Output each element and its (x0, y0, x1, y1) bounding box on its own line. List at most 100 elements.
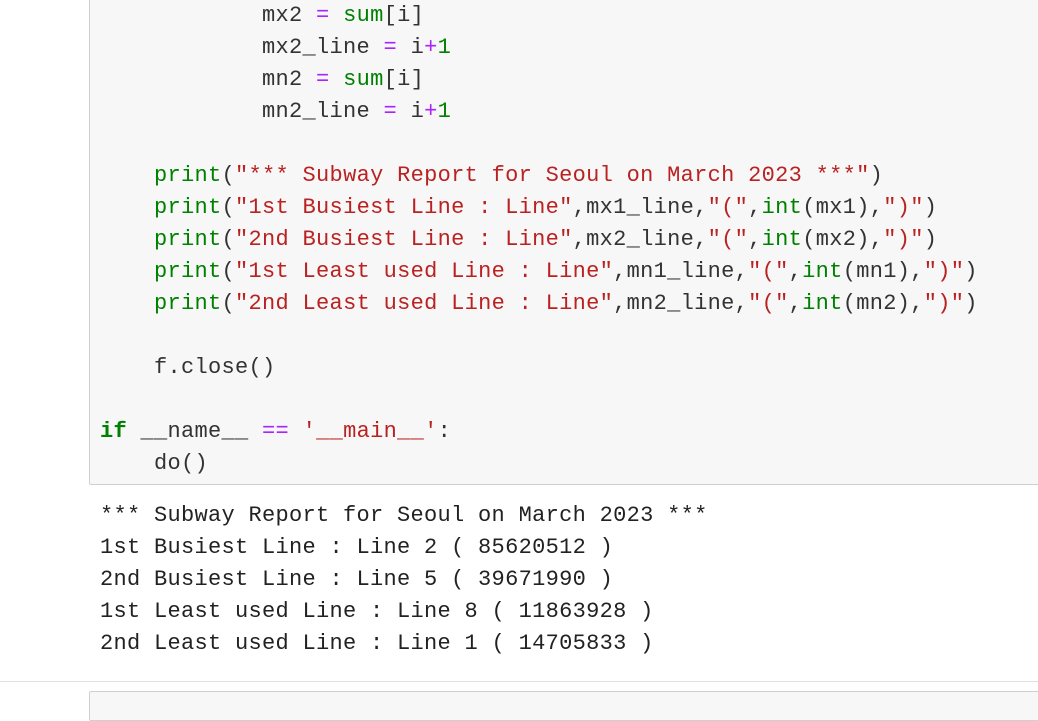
code-token: int (761, 195, 803, 220)
code-token: '__main__' (302, 419, 438, 444)
code-token: int (761, 227, 803, 252)
code-token: mn2 (100, 67, 317, 92)
code-token: print (154, 259, 222, 284)
output-line: 1st Least used Line : Line 8 ( 11863928 … (100, 599, 654, 624)
code-token: ) (869, 163, 884, 188)
output-line: *** Subway Report for Seoul on March 202… (100, 503, 708, 528)
code-token: if (100, 419, 128, 444)
code-token: "(" (748, 259, 789, 284)
code-token: = (383, 35, 398, 60)
code-token: == (262, 419, 290, 444)
code-token: ")" (883, 195, 924, 220)
code-token: ) (923, 195, 938, 220)
code-token: , (748, 227, 762, 252)
code-token: ( (221, 259, 236, 284)
code-token: do() (100, 451, 209, 476)
code-token: "2nd Least used Line : Line" (235, 291, 614, 316)
code-token: ,mx2_line, (572, 227, 708, 252)
code-token: = (383, 99, 398, 124)
code-token: = (316, 3, 330, 28)
code-token: + (424, 99, 438, 124)
code-token: ( (221, 291, 236, 316)
cell-divider (0, 681, 1038, 682)
code-token: "1st Busiest Line : Line" (235, 195, 573, 220)
code-token: __name__ (127, 419, 263, 444)
code-token: (mn1), (842, 259, 924, 284)
code-line: print("1st Least used Line : Line",mn1_l… (100, 256, 978, 288)
code-token: "1st Least used Line : Line" (235, 259, 614, 284)
code-editor[interactable]: mx2 = sum[i] mx2_line = i+1 mn2 = sum[i]… (100, 0, 978, 480)
code-token: ) (964, 259, 978, 284)
code-token: = (316, 67, 330, 92)
code-token: (mx1), (802, 195, 884, 220)
code-token: ,mx1_line, (572, 195, 708, 220)
cell-output: *** Subway Report for Seoul on March 202… (100, 500, 708, 660)
code-token: ) (964, 291, 978, 316)
code-token: "2nd Busiest Line : Line" (235, 227, 573, 252)
code-token: , (788, 291, 803, 316)
code-token: print (154, 163, 222, 188)
output-line: 2nd Least used Line : Line 1 ( 14705833 … (100, 631, 654, 656)
output-line: 1st Busiest Line : Line 2 ( 85620512 ) (100, 535, 614, 560)
code-token: i (397, 99, 425, 124)
code-token: (mn2), (842, 291, 924, 316)
code-token: : (437, 419, 452, 444)
code-line: mn2 = sum[i] (100, 64, 978, 96)
code-token: mx2 (100, 3, 317, 28)
code-token: ")" (883, 227, 924, 252)
code-token: ")" (923, 259, 965, 284)
code-token: int (802, 259, 843, 284)
code-line: f.close() (100, 352, 978, 384)
code-token: ,mn1_line, (613, 259, 749, 284)
code-token: "(" (707, 227, 749, 252)
code-line: mn2_line = i+1 (100, 96, 978, 128)
code-token: ")" (923, 291, 965, 316)
code-line: mx2_line = i+1 (100, 32, 978, 64)
code-token: sum (343, 67, 384, 92)
code-token: sum (343, 3, 384, 28)
code-token: "(" (748, 291, 789, 316)
code-token: ,mn2_line, (613, 291, 749, 316)
code-line: print("2nd Least used Line : Line",mn2_l… (100, 288, 978, 320)
code-line: print("2nd Busiest Line : Line",mx2_line… (100, 224, 978, 256)
code-token: print (154, 291, 222, 316)
code-token: ( (221, 227, 236, 252)
code-token: (mx2), (802, 227, 884, 252)
code-line: do() (100, 448, 978, 480)
code-token: print (154, 195, 222, 220)
code-line: print("*** Subway Report for Seoul on Ma… (100, 160, 978, 192)
code-line: if __name__ == '__main__': (100, 416, 978, 448)
code-token: "(" (707, 195, 749, 220)
code-token: , (788, 259, 803, 284)
code-token: ( (221, 195, 236, 220)
output-line: 2nd Busiest Line : Line 5 ( 39671990 ) (100, 567, 614, 592)
code-token: mx2_line (100, 35, 384, 60)
code-token: "*** Subway Report for Seoul on March 20… (235, 163, 870, 188)
code-token: 1 (437, 99, 452, 124)
code-token: [i] (383, 3, 425, 28)
code-token: + (424, 35, 438, 60)
code-token: i (397, 35, 425, 60)
code-token: [i] (383, 67, 425, 92)
code-token: , (748, 195, 762, 220)
code-line: mx2 = sum[i] (100, 0, 978, 32)
code-token: print (154, 227, 222, 252)
code-token: ) (923, 227, 938, 252)
code-token: mn2_line (100, 99, 384, 124)
code-line: print("1st Busiest Line : Line",mx1_line… (100, 192, 978, 224)
next-code-cell[interactable] (89, 691, 1038, 721)
code-token: ( (221, 163, 236, 188)
code-token: f.close() (100, 355, 276, 380)
code-token: int (802, 291, 843, 316)
